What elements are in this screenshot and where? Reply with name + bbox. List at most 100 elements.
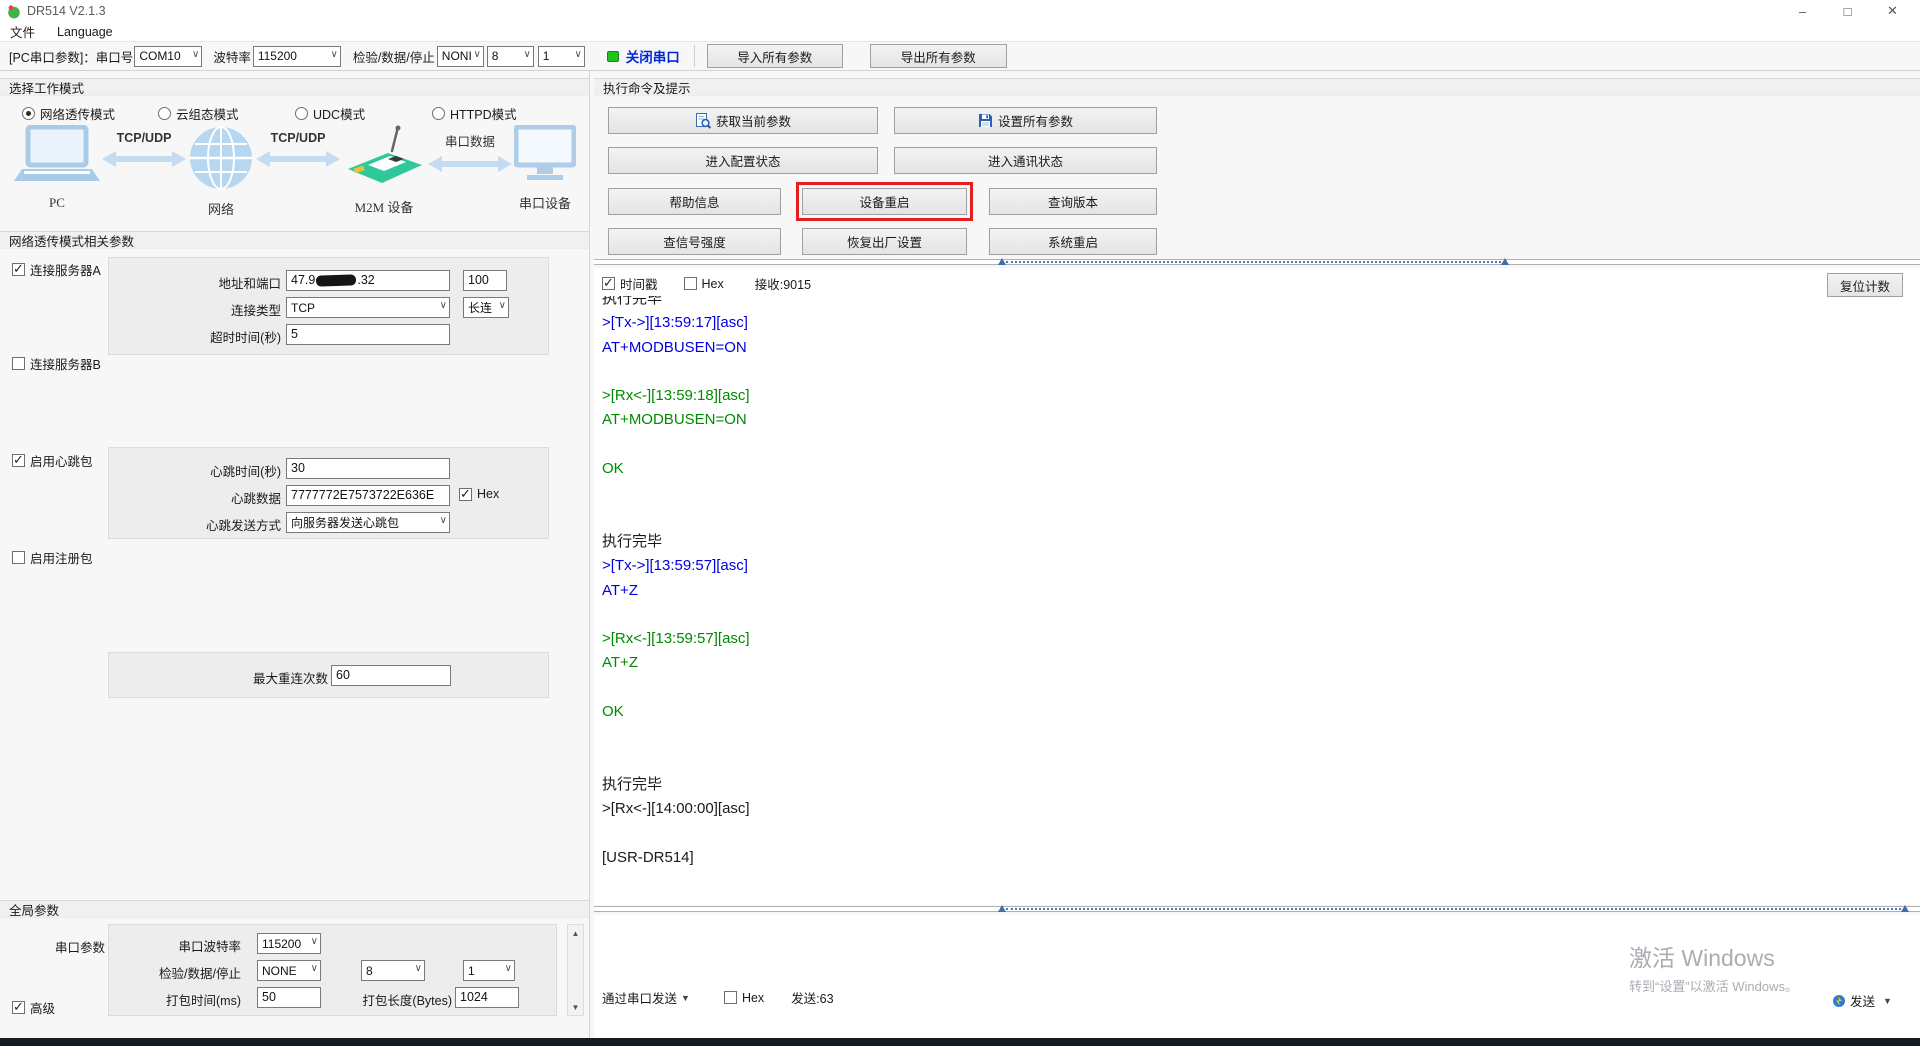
advanced-checkbox[interactable]: 高级	[12, 998, 55, 1017]
keep-alive-select[interactable]: 长连∨	[463, 297, 509, 318]
link-pc-network: TCP/UDP	[102, 125, 186, 172]
parity-select[interactable]: NONI∨	[437, 46, 484, 67]
signal-strength-button[interactable]: 查信号强度	[608, 228, 781, 255]
radio-icon	[22, 107, 35, 120]
get-params-button[interactable]: 获取当前参数	[608, 107, 878, 134]
hb-hex-checkbox[interactable]: Hex	[459, 487, 499, 501]
radio-udc-mode[interactable]: UDC模式	[295, 104, 365, 123]
server-a-group: 地址和端口 47.9.32 100 连接类型 TCP∨ 长连∨ 超时时间(秒) …	[108, 257, 549, 355]
server-port-input[interactable]: 100	[463, 270, 507, 291]
factory-reset-button[interactable]: 恢复出厂设置	[802, 228, 967, 255]
hb-time-input[interactable]: 30	[286, 458, 450, 479]
send-icon	[1832, 994, 1846, 1008]
g-databits-select[interactable]: 8∨	[361, 960, 425, 981]
reconnect-input[interactable]: 60	[331, 665, 451, 686]
radio-cloud-mode[interactable]: 云组态模式	[158, 104, 239, 123]
register-checkbox[interactable]: 启用注册包	[12, 548, 93, 567]
slider-end-icon	[998, 905, 1006, 912]
chevron-down-icon: ∨	[440, 515, 447, 526]
global-params-header: 全局参数	[0, 900, 589, 918]
timeout-label: 超时时间(秒)	[109, 327, 281, 346]
log-line: 执行完毕	[602, 296, 1904, 311]
hb-mode-select[interactable]: 向服务器发送心跳包∨	[286, 512, 450, 533]
checkbox-icon	[724, 991, 737, 1004]
checkbox-icon	[12, 1001, 25, 1014]
doc-search-icon	[695, 113, 711, 129]
help-button[interactable]: 帮助信息	[608, 188, 781, 215]
serial-device-icon	[514, 125, 576, 190]
splitter-slider[interactable]	[998, 905, 1909, 913]
device-reboot-button[interactable]: 设备重启	[802, 188, 967, 215]
menu-bar: 文件 Language	[0, 22, 1920, 42]
server-a-checkbox[interactable]: 连接服务器A	[12, 260, 101, 279]
databits-select[interactable]: 8∨	[487, 46, 534, 67]
dr514-window: DR514 V2.1.3 – □ ✕ 文件 Language [PC串口参数]：…	[0, 0, 1920, 1046]
double-arrow-icon	[102, 151, 186, 172]
timeout-input[interactable]: 5	[286, 324, 450, 345]
baud-select[interactable]: 115200∨	[253, 46, 341, 67]
left-scrollbar[interactable]: ▲ ▼	[567, 924, 584, 1016]
splitter-slider[interactable]	[998, 258, 1509, 266]
node-label: PC	[49, 195, 65, 211]
radio-net-transparent-mode[interactable]: 网络透传模式	[22, 104, 115, 123]
log-line	[602, 433, 1904, 457]
log-output[interactable]: 执行完毕 >[Tx->][13:59:17][asc] AT+MODBUSEN=…	[594, 296, 1904, 902]
g-stopbits-select[interactable]: 1∨	[463, 960, 515, 981]
radio-icon	[432, 107, 445, 120]
enter-comm-button[interactable]: 进入通讯状态	[894, 147, 1157, 174]
server-address-input[interactable]: 47.9.32	[286, 270, 450, 291]
checkbox-icon	[12, 454, 25, 467]
menu-language[interactable]: Language	[57, 25, 113, 39]
conn-type-select[interactable]: TCP∨	[286, 297, 450, 318]
log-line	[602, 822, 1904, 846]
g-parity-select[interactable]: NONE∨	[257, 960, 321, 981]
conn-type-label: 连接类型	[109, 300, 281, 319]
chevron-down-icon: ∨	[311, 963, 318, 974]
minimize-button[interactable]: –	[1780, 0, 1825, 22]
server-b-checkbox[interactable]: 连接服务器B	[12, 354, 101, 373]
send-via-serial-dropdown[interactable]: 通过串口发送▼	[602, 988, 690, 1007]
reset-count-button[interactable]: 复位计数	[1827, 273, 1903, 297]
watermark-line2: 转到“设置”以激活 Windows。	[1629, 976, 1798, 995]
g-baud-select[interactable]: 115200∨	[257, 933, 321, 954]
close-button[interactable]: ✕	[1870, 0, 1915, 22]
maximize-button[interactable]: □	[1825, 0, 1870, 22]
close-port-button[interactable]: 关闭串口	[626, 46, 680, 66]
log-line: AT+Z	[602, 651, 1904, 675]
pack-len-input[interactable]: 1024	[455, 987, 519, 1008]
send-button[interactable]: 发送 ▼	[1832, 991, 1892, 1010]
save-icon	[978, 113, 993, 128]
chevron-down-icon: ∨	[473, 49, 480, 60]
taskbar-edge	[0, 1038, 1920, 1046]
enter-config-button[interactable]: 进入配置状态	[608, 147, 878, 174]
log-line	[602, 749, 1904, 773]
system-reboot-button[interactable]: 系统重启	[989, 228, 1157, 255]
hb-data-input[interactable]: 7777772E7573722E636E	[286, 485, 450, 506]
menu-file[interactable]: 文件	[10, 22, 35, 41]
query-version-button[interactable]: 查询版本	[989, 188, 1157, 215]
log-line: >[Rx<-][13:59:57][asc]	[602, 627, 1904, 651]
com-port-select[interactable]: COM10∨	[134, 46, 202, 67]
timestamp-checkbox[interactable]: 时间戳	[602, 274, 658, 293]
scroll-down-icon[interactable]: ▼	[568, 999, 583, 1015]
pack-len-label: 打包长度(Bytes)	[361, 990, 452, 1009]
parity-label: 检验/数据/停止	[353, 47, 435, 66]
watermark-line1: 激活 Windows	[1629, 939, 1798, 973]
radio-httpd-mode[interactable]: HTTPD模式	[432, 104, 517, 123]
heartbeat-checkbox[interactable]: 启用心跳包	[12, 451, 93, 470]
import-all-button[interactable]: 导入所有参数	[707, 44, 843, 68]
send-hex-checkbox[interactable]: Hex	[724, 991, 764, 1005]
export-all-button[interactable]: 导出所有参数	[870, 44, 1007, 68]
pack-time-input[interactable]: 50	[257, 987, 321, 1008]
node-label: 网络	[208, 199, 234, 218]
checkbox-icon	[12, 263, 25, 276]
port-status-led-icon	[607, 51, 619, 62]
reconnect-label: 最大重连次数	[109, 668, 328, 687]
stopbits-select[interactable]: 1∨	[538, 46, 585, 67]
slider-end-icon	[1901, 905, 1909, 912]
scroll-up-icon[interactable]: ▲	[568, 925, 583, 941]
work-mode-header: 选择工作模式	[0, 78, 589, 96]
pc-port-label: [PC串口参数]：串口号	[9, 47, 133, 66]
recv-hex-checkbox[interactable]: Hex	[684, 277, 724, 291]
set-params-button[interactable]: 设置所有参数	[894, 107, 1157, 134]
